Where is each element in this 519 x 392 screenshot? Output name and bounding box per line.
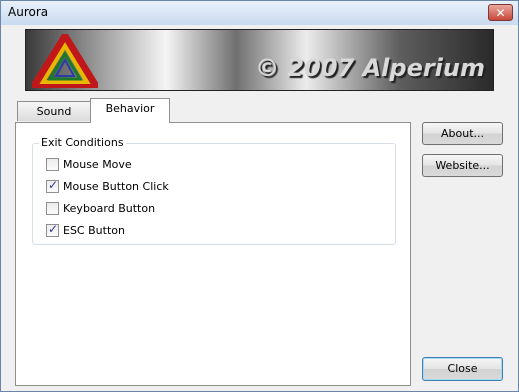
esc-button-option[interactable]: ESC Button xyxy=(46,222,125,238)
keyboard-button-option[interactable]: Keyboard Button xyxy=(46,200,155,216)
tab-behavior-label: Behavior xyxy=(105,102,155,115)
behavior-panel: Exit Conditions Mouse Move Mouse Button … xyxy=(15,122,411,386)
tab-sound-label: Sound xyxy=(36,105,72,118)
about-button[interactable]: About... xyxy=(422,122,503,145)
keyboard-button-checkbox[interactable] xyxy=(46,201,59,215)
window-close-button[interactable]: ✕ xyxy=(488,4,513,21)
tab-sound[interactable]: Sound xyxy=(17,101,91,121)
exit-conditions-group: Exit Conditions Mouse Move Mouse Button … xyxy=(32,136,396,245)
esc-button-label: ESC Button xyxy=(63,223,125,237)
mouse-move-option[interactable]: Mouse Move xyxy=(46,156,132,172)
esc-button-checkbox[interactable] xyxy=(46,222,59,237)
close-button[interactable]: Close xyxy=(422,357,503,381)
mouse-button-click-option[interactable]: Mouse Button Click xyxy=(46,178,169,194)
group-title: Exit Conditions xyxy=(39,136,126,149)
banner-text: © 2007 Alperium xyxy=(255,54,485,82)
mouse-move-label: Mouse Move xyxy=(63,157,132,171)
mouse-button-click-checkbox[interactable] xyxy=(46,178,59,193)
website-button[interactable]: Website... xyxy=(422,154,503,177)
triangle-logo-icon xyxy=(32,34,98,88)
tab-behavior[interactable]: Behavior xyxy=(90,98,170,123)
window-title: Aurora xyxy=(8,5,49,19)
mouse-button-click-label: Mouse Button Click xyxy=(63,179,169,193)
title-bar[interactable]: Aurora ✕ xyxy=(1,1,518,25)
close-icon: ✕ xyxy=(495,6,506,20)
aurora-window: Aurora ✕ © 2007 Alperium Sound Behavior … xyxy=(0,0,519,392)
mouse-move-checkbox[interactable] xyxy=(46,157,59,171)
banner: © 2007 Alperium xyxy=(25,29,494,91)
keyboard-button-label: Keyboard Button xyxy=(63,201,156,215)
